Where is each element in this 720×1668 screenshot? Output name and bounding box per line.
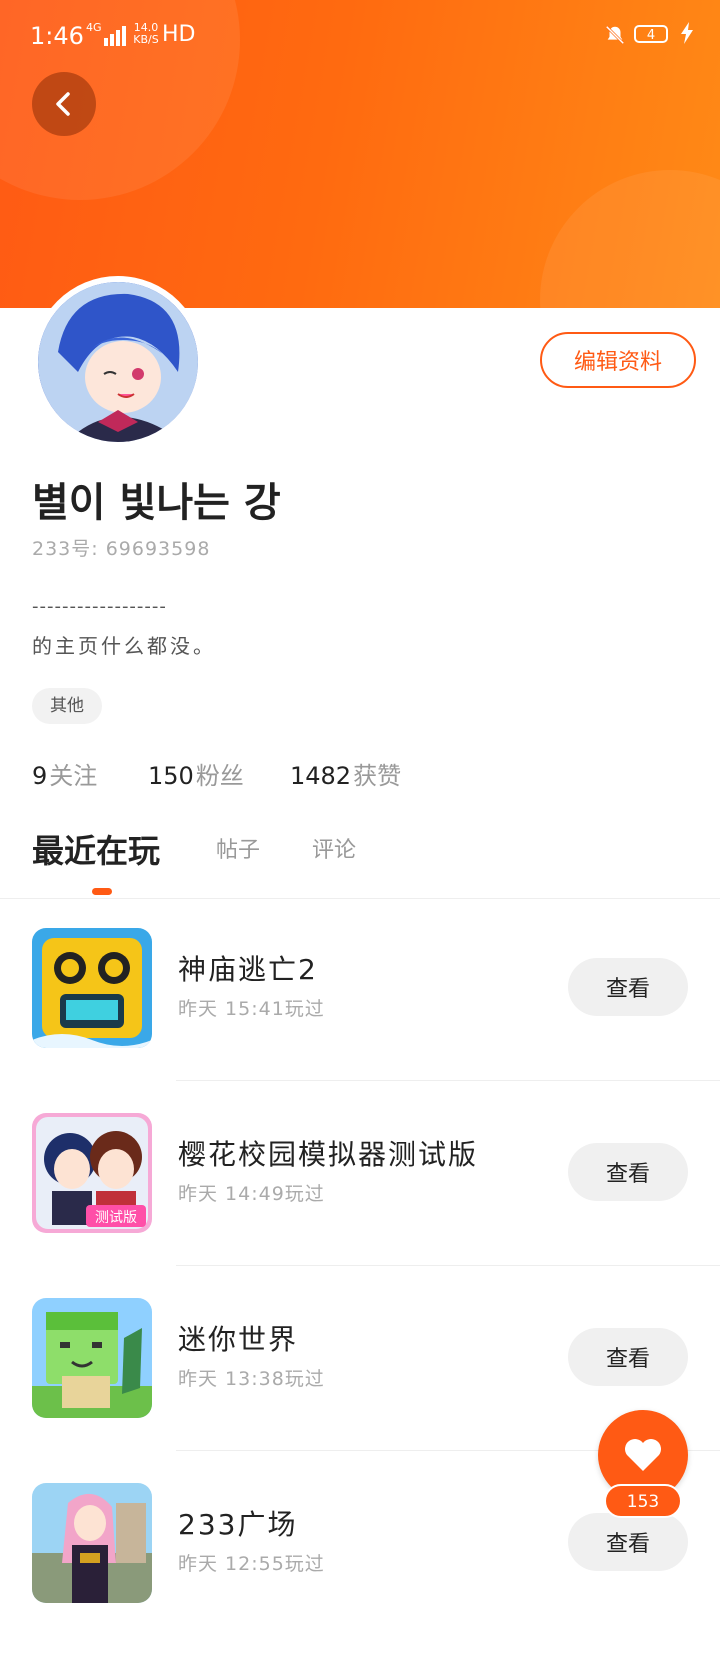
user-id: 233号: 69693598	[32, 538, 211, 560]
tab-bar: 最近在玩 帖子 评论	[0, 826, 720, 899]
profile-header: 1:46 4G 14.0 KB/S HD 4	[0, 0, 720, 308]
stat-followers[interactable]: 150粉丝	[148, 756, 244, 791]
tab-recently-played[interactable]: 最近在玩	[32, 826, 160, 872]
list-item[interactable]: 测试版 樱花校园模拟器测试版 昨天 14:49玩过 查看	[0, 1113, 720, 1298]
stat-number: 150	[148, 762, 194, 790]
svg-text:测试版: 测试版	[95, 1210, 137, 1226]
game-last-played: 昨天 12:55玩过	[178, 1553, 325, 1575]
stat-likes[interactable]: 1482获赞	[290, 756, 401, 791]
tab-comments[interactable]: 评论	[312, 832, 356, 864]
mini-world-icon	[32, 1298, 152, 1418]
list-item[interactable]: 神庙逃亡2 昨天 15:41玩过 查看	[0, 928, 720, 1113]
temple-run-icon	[32, 928, 152, 1048]
stat-label: 粉丝	[195, 762, 244, 790]
signal-icon	[104, 24, 128, 46]
view-button[interactable]: 查看	[568, 1328, 688, 1386]
stat-label: 获赞	[353, 762, 402, 790]
status-time: 1:46	[30, 22, 84, 50]
mute-bell-icon	[604, 24, 626, 51]
view-button[interactable]: 查看	[568, 1143, 688, 1201]
game-name: 神庙逃亡2	[178, 953, 318, 986]
heart-icon	[625, 1439, 661, 1471]
tab-posts[interactable]: 帖子	[216, 832, 260, 864]
view-button[interactable]: 查看	[568, 1513, 688, 1571]
status-bar: 1:46 4G 14.0 KB/S HD 4	[0, 0, 720, 72]
game-last-played: 昨天 15:41玩过	[178, 998, 325, 1020]
charging-icon	[680, 22, 694, 49]
game-name: 迷你世界	[178, 1323, 299, 1356]
divider	[176, 1265, 720, 1266]
hd-indicator: HD	[162, 22, 196, 47]
divider	[176, 1080, 720, 1081]
game-last-played: 昨天 13:38玩过	[178, 1368, 325, 1390]
stat-label: 关注	[49, 762, 98, 790]
tab-indicator	[92, 888, 112, 895]
profile-tag[interactable]: 其他	[32, 688, 102, 724]
stat-number: 9	[32, 762, 48, 790]
bio-line: ------------------	[32, 596, 167, 617]
network-type: 4G	[86, 21, 102, 34]
back-button[interactable]	[32, 72, 96, 136]
avatar-image	[38, 282, 198, 442]
bio-line: 的主页什么都没。	[32, 634, 216, 658]
game-last-played: 昨天 14:49玩过	[178, 1183, 325, 1205]
stat-number: 1482	[290, 762, 352, 790]
game-name: 233广场	[178, 1508, 298, 1541]
username: 별이 빛나는 강	[32, 480, 281, 526]
header-decoration	[540, 170, 720, 308]
game-name: 樱花校园模拟器测试版	[178, 1138, 479, 1171]
sakura-school-icon: 测试版	[32, 1113, 152, 1233]
view-button[interactable]: 查看	[568, 958, 688, 1016]
edit-profile-button[interactable]: 编辑资料	[540, 332, 696, 388]
stat-following[interactable]: 9关注	[32, 756, 97, 791]
battery-icon: 4	[634, 25, 668, 43]
network-speed: 14.0 KB/S	[133, 21, 159, 46]
avatar[interactable]	[32, 276, 204, 448]
233-plaza-icon	[32, 1483, 152, 1603]
chevron-left-icon	[56, 92, 70, 116]
like-count-badge: 153	[604, 1484, 682, 1518]
